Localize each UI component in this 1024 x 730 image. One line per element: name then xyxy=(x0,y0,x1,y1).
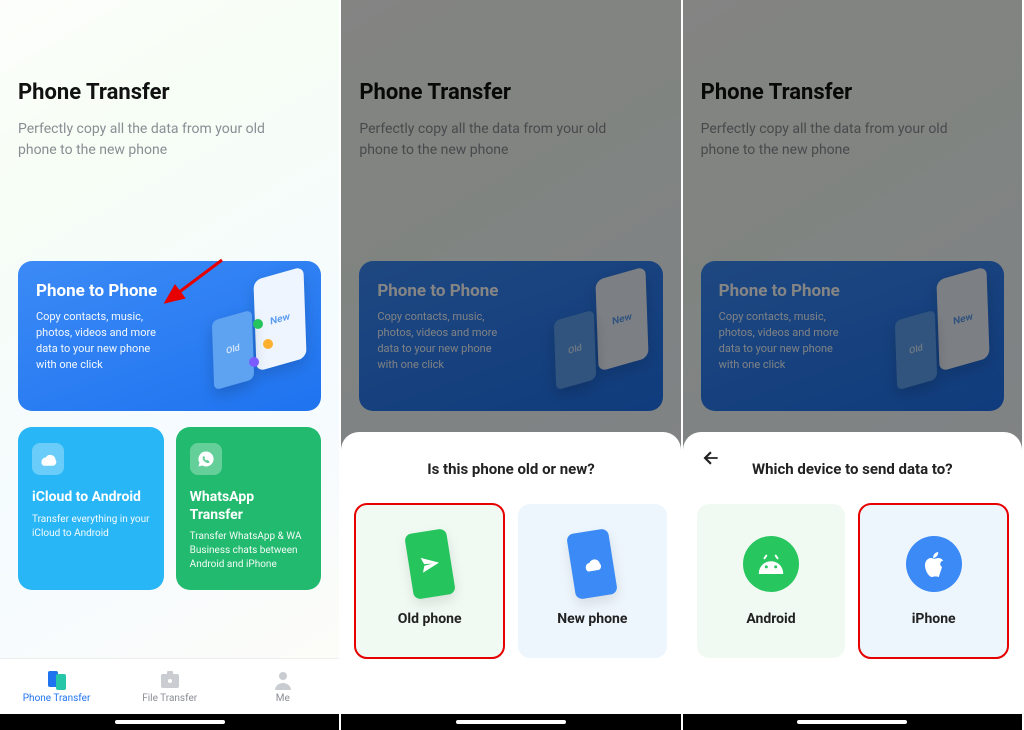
phones-illustration: New Old xyxy=(209,273,305,393)
system-bar xyxy=(683,714,1022,730)
panel-step1: Phone Transfer Perfectly copy all the da… xyxy=(0,0,341,730)
sheet-old-or-new: Is this phone old or new? Old phone New … xyxy=(341,432,680,714)
phone-old-icon: Old xyxy=(212,310,254,391)
card-desc: Transfer everything in your iCloud to An… xyxy=(32,513,150,541)
nav-file-transfer[interactable]: File Transfer xyxy=(113,659,226,714)
nav-me[interactable]: Me xyxy=(226,659,339,714)
panel-step2: Phone Transfer Perfectly copy all the da… xyxy=(341,0,682,730)
whatsapp-icon xyxy=(190,443,222,475)
option-label: New phone xyxy=(557,611,627,627)
page-subtitle: Perfectly copy all the data from your ol… xyxy=(18,119,278,161)
page-title: Phone Transfer xyxy=(18,80,321,105)
old-phone-icon xyxy=(401,535,459,593)
card-title: iCloud to Android xyxy=(32,489,150,507)
phone-transfer-icon xyxy=(45,669,69,691)
option-new-phone[interactable]: New phone xyxy=(518,504,667,658)
sheet-title: Which device to send data to? xyxy=(697,460,1008,478)
nav-label: Phone Transfer xyxy=(23,693,91,704)
bottom-nav: Phone Transfer File Transfer Me xyxy=(0,658,339,714)
nav-label: Me xyxy=(276,693,290,704)
nav-label: File Transfer xyxy=(142,693,197,704)
file-transfer-icon xyxy=(158,669,182,691)
option-android[interactable]: Android xyxy=(697,504,846,658)
new-phone-icon xyxy=(563,535,621,593)
person-icon xyxy=(271,669,295,691)
system-bar xyxy=(0,714,339,730)
sheet-target-device: Which device to send data to? Android iP… xyxy=(683,432,1022,714)
card-desc: Transfer WhatsApp & WA Business chats be… xyxy=(190,530,308,572)
card-title: WhatsApp Transfer xyxy=(190,489,308,524)
option-iphone[interactable]: iPhone xyxy=(859,504,1008,658)
option-label: iPhone xyxy=(912,611,956,627)
card-icloud-to-android[interactable]: iCloud to Android Transfer everything in… xyxy=(18,427,164,590)
option-old-phone[interactable]: Old phone xyxy=(355,504,504,658)
cloud-icon xyxy=(32,443,64,475)
card-whatsapp-transfer[interactable]: WhatsApp Transfer Transfer WhatsApp & WA… xyxy=(176,427,322,590)
back-button[interactable] xyxy=(699,446,723,470)
card-row: iCloud to Android Transfer everything in… xyxy=(18,427,321,590)
card-desc: Copy contacts, music, photos, videos and… xyxy=(36,309,171,373)
apple-icon xyxy=(905,535,963,593)
system-bar xyxy=(341,714,680,730)
screen-home: Phone Transfer Perfectly copy all the da… xyxy=(0,0,339,730)
nav-phone-transfer[interactable]: Phone Transfer xyxy=(0,659,113,714)
panel-step3: Phone Transfer Perfectly copy all the da… xyxy=(683,0,1024,730)
option-label: Android xyxy=(746,611,795,627)
phone-new-icon: New xyxy=(254,266,307,371)
option-label: Old phone xyxy=(398,611,462,627)
android-icon xyxy=(742,535,800,593)
arrow-left-icon xyxy=(701,448,721,468)
sheet-title: Is this phone old or new? xyxy=(355,460,666,478)
card-phone-to-phone[interactable]: Phone to Phone Copy contacts, music, pho… xyxy=(18,261,321,411)
